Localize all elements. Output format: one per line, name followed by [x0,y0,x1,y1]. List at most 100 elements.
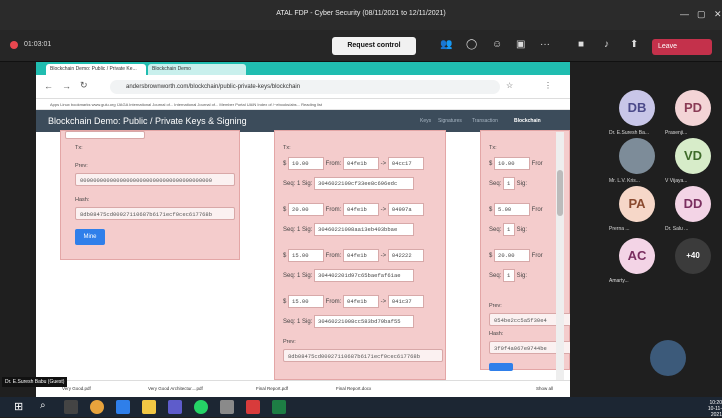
download-item[interactable]: Final Report.pdf [256,386,288,391]
download-item[interactable]: Very Good Architectur....pdf [148,386,203,391]
amount-input[interactable]: 5.00 [494,203,531,216]
windows-start-icon[interactable]: ⊞ [14,400,28,414]
hash-field[interactable]: 8db08475cd00927110687b6171ecf0cec617768b [75,207,235,220]
browser-tab[interactable]: Blockchain Demo: Public / Private Ke... [46,64,146,75]
whatsapp-icon[interactable] [194,400,208,414]
seq-input[interactable]: 1 [503,177,516,190]
nonce-field[interactable] [65,131,145,139]
browser-tabstrip: Blockchain Demo: Public / Private Ke... … [36,62,570,75]
amount-input[interactable]: 20.00 [288,203,325,216]
from-input[interactable]: 04fe1b [343,249,380,262]
tx-label: Tx: [75,145,83,151]
app-icon[interactable] [220,400,234,414]
participant-name: Amarty... [609,278,629,284]
maximize-icon[interactable]: ▢ [697,9,706,20]
leave-button[interactable]: Leave [652,39,712,55]
excel-icon[interactable] [272,400,286,414]
arrow-label: -> [379,253,388,260]
from-label: Fror [530,161,543,168]
prev-field[interactable]: 0000000000000000000000000000000000000000 [75,173,235,186]
chat-icon[interactable]: ◯ [466,39,477,50]
amount-input[interactable]: 10.00 [288,157,325,170]
amount-input[interactable]: 15.00 [288,295,325,308]
prev-field[interactable]: 8db08475cd00927110687b6171ecf0cec617768b [283,349,443,362]
participant-avatar: PA [619,186,655,222]
prev-label: Prev: [489,303,502,309]
participants-icon[interactable]: 👥 [440,39,452,50]
tx-row: $ 10.00 From: 04fe1b -> 04cc17 [283,157,424,170]
more-icon[interactable]: ··· [540,39,550,50]
sig-label: Sig: [515,181,528,188]
back-icon[interactable]: ← [44,81,53,91]
star-icon[interactable]: ☆ [506,81,513,90]
from-input[interactable]: 04fe1b [343,203,380,216]
sig-input[interactable]: 304402201d97c65baefaf61ae [314,269,415,282]
participant-name: V Vijaya... [665,178,688,184]
reactions-icon[interactable]: ☺ [492,39,502,50]
nav-signatures[interactable]: Signatures [438,118,462,124]
share-icon[interactable]: ⬆ [630,39,638,50]
explorer-icon[interactable] [142,400,156,414]
forward-icon[interactable]: → [62,81,71,91]
show-all-button[interactable]: Show all [536,386,553,391]
sig-label: Sig: [515,273,528,280]
search-icon[interactable]: ⌕ [40,400,54,414]
close-icon[interactable]: ✕ [714,9,722,20]
menu-icon[interactable]: ⋮ [544,81,552,90]
from-input[interactable]: 04fe1b [343,295,380,308]
sig-input[interactable]: 30460221008cc583bd79baf55 [314,315,415,328]
amount-input[interactable]: 15.00 [288,249,325,262]
rooms-icon[interactable]: ▣ [516,39,525,50]
sig-label: Sig: [302,227,315,234]
tx-row: $ 5.00 Fror [489,203,543,216]
taskbar-clock: 10:20 10-11-2021 [702,400,722,418]
app-navbar: Blockchain Demo: Public / Private Keys &… [36,110,570,132]
chrome-icon[interactable] [90,400,104,414]
arrow-label: -> [379,207,388,214]
minimize-icon[interactable]: — [680,9,689,19]
download-item[interactable]: Final Report.docx [336,386,371,391]
address-bar[interactable]: andersbrownworth.com/blockchain/public-p… [110,80,500,94]
participant-name: Prerna ... [609,226,630,232]
hash-label: Hash: [489,331,504,337]
camera-off-icon[interactable]: ■ [578,39,584,50]
seq-label: Seq: [489,227,504,234]
participant-avatar: PD [675,90,711,126]
clock-date: 10-11-2021 [707,406,722,418]
bookmarks-bar[interactable]: Apps Linux bookmarks www.gulu.org IJAGA … [36,99,570,110]
browser-tab[interactable]: Blockchain Demo [148,64,246,75]
seq-label: Seq: [283,227,298,234]
teams-icon[interactable] [168,400,182,414]
sig-input[interactable]: 30460221008aa13eb403bbae [314,223,415,236]
participant-avatar: AC [619,238,655,274]
sig-label: Sig: [515,227,528,234]
nav-blockchain[interactable]: Blockchain [514,118,541,124]
tx-row: $ 20.00 Fror [489,249,543,262]
mic-off-icon[interactable]: ♪ [604,39,609,50]
mine-button[interactable]: Mine [75,229,105,245]
request-control-button[interactable]: Request control [332,37,416,55]
self-video-avatar [650,340,686,376]
amount-input[interactable]: 10.00 [494,157,531,170]
nav-transaction[interactable]: Transaction [472,118,498,124]
participant-avatar: +40 [675,238,711,274]
to-input[interactable]: 04cc17 [387,157,424,170]
hash-label: Hash: [75,197,90,203]
amount-input[interactable]: 20.00 [494,249,531,262]
app-icon[interactable] [116,400,130,414]
seq-input[interactable]: 1 [503,223,516,236]
nav-keys[interactable]: Keys [420,118,431,124]
participant-avatar: VD [675,138,711,174]
arrow-label: -> [379,161,388,168]
to-input[interactable]: 042222 [387,249,424,262]
from-input[interactable]: 04fe1b [343,157,380,170]
to-input[interactable]: 04997a [387,203,424,216]
scrollbar-thumb[interactable] [557,170,563,216]
mine-button[interactable] [489,363,513,371]
task-view-icon[interactable] [64,400,78,414]
app-icon[interactable] [246,400,260,414]
sig-input[interactable]: 3046022100cf33ee8c696edc [314,177,415,190]
to-input[interactable]: 041c37 [387,295,424,308]
reload-icon[interactable]: ↻ [80,80,88,91]
seq-input[interactable]: 1 [503,269,516,282]
